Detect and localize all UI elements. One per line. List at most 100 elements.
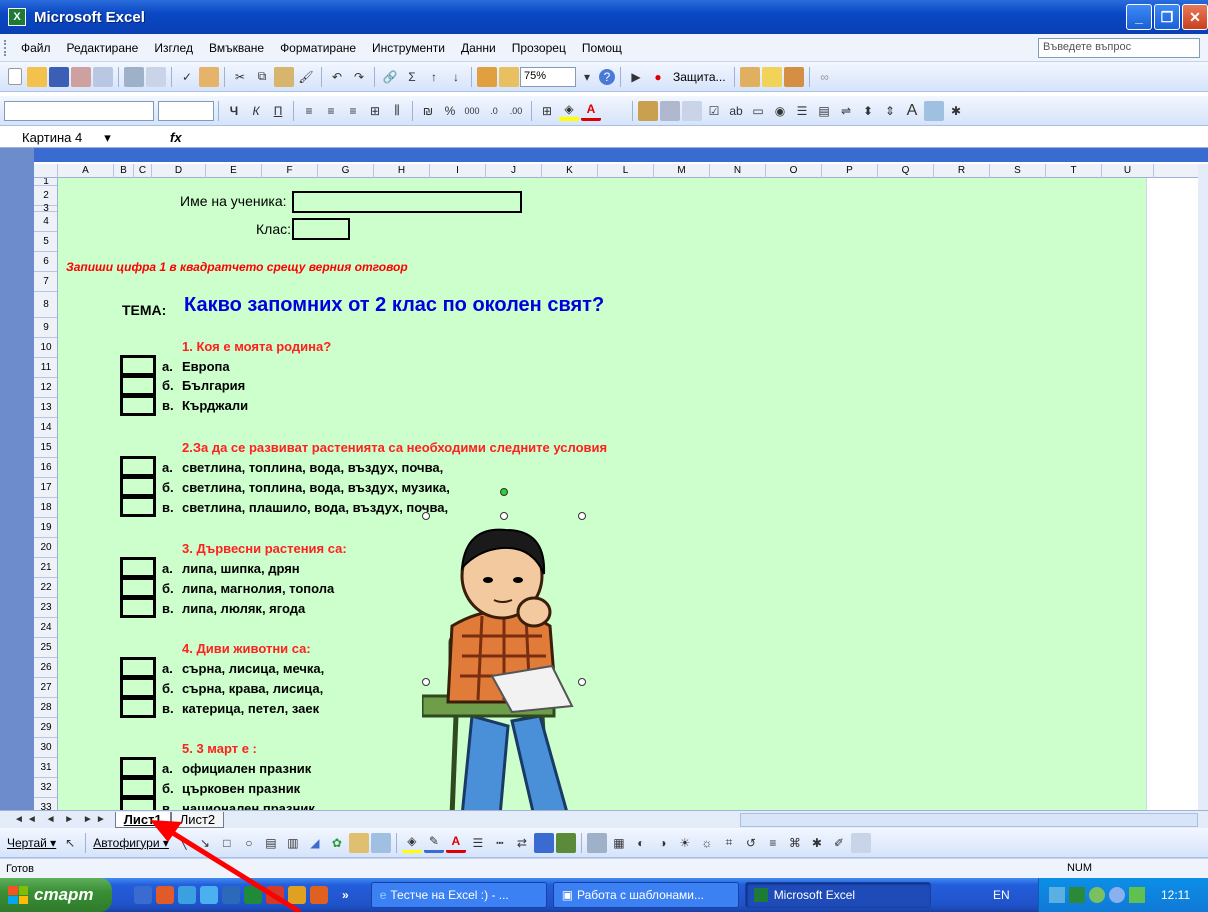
font-select[interactable]	[4, 100, 154, 121]
select-all-corner[interactable]	[34, 164, 58, 178]
taskbar-item-templates[interactable]: ▣ Работа с шаблонами...	[552, 882, 739, 908]
align-center-icon[interactable]: ≡	[321, 101, 341, 121]
underline-icon[interactable]: П	[268, 101, 288, 121]
save-icon[interactable]	[49, 66, 69, 87]
open-icon[interactable]	[27, 66, 47, 87]
quick-launch-app-icon[interactable]	[288, 886, 306, 904]
language-indicator[interactable]: EN	[993, 888, 1010, 902]
more-controls-icon[interactable]: ✱	[946, 101, 966, 121]
column-header[interactable]: M	[654, 164, 710, 178]
crop-icon[interactable]: ⌗	[719, 833, 739, 853]
italic-icon[interactable]: К	[246, 101, 266, 121]
research-icon[interactable]	[199, 66, 219, 87]
answer-box-q5a[interactable]	[120, 757, 156, 778]
selected-picture[interactable]	[420, 516, 586, 810]
answer-box-q2a[interactable]	[120, 456, 156, 477]
undo-icon[interactable]: ↶	[327, 67, 347, 87]
column-u-area[interactable]	[1146, 178, 1198, 810]
picture-insert-icon[interactable]	[586, 832, 607, 853]
link-icon[interactable]: ∞	[815, 67, 835, 87]
line-icon[interactable]: ╲	[173, 833, 193, 853]
command-button-icon[interactable]: ▭	[748, 101, 768, 121]
line-style-icon[interactable]: ☰	[468, 833, 488, 853]
column-header[interactable]: T	[1046, 164, 1102, 178]
line-color-icon[interactable]: ✎	[423, 833, 444, 853]
taskbar-item-excel[interactable]: Microsoft Excel	[744, 882, 931, 908]
increase-decimal-icon[interactable]: .0	[484, 101, 504, 121]
percent-icon[interactable]: %	[440, 101, 460, 121]
quick-launch-app-icon[interactable]	[178, 886, 196, 904]
menu-file[interactable]: Файл	[13, 41, 59, 55]
row-header[interactable]: 15	[34, 438, 57, 458]
menu-data[interactable]: Данни	[453, 41, 504, 55]
row-header[interactable]: 32	[34, 778, 57, 798]
merge-center-icon[interactable]: ⊞	[365, 101, 385, 121]
row-header[interactable]: 22	[34, 578, 57, 598]
answer-box-q4c[interactable]	[120, 697, 156, 718]
draw-menu-button[interactable]: Чертай ▾	[7, 836, 56, 850]
tab-sheet1[interactable]: Лист1	[114, 811, 171, 828]
row-header[interactable]: 20	[34, 538, 57, 558]
protect-button[interactable]: Защита...	[673, 70, 726, 84]
properties-icon[interactable]	[660, 100, 680, 121]
row-header[interactable]: 13	[34, 398, 57, 418]
align-left-icon[interactable]: ≡	[299, 101, 319, 121]
network-icon[interactable]	[1049, 887, 1065, 903]
column-header[interactable]: A	[58, 164, 114, 178]
format-picture-icon[interactable]: ✱	[807, 833, 827, 853]
answer-box-q4a[interactable]	[120, 657, 156, 678]
textbox-icon[interactable]: ▤	[261, 833, 281, 853]
tray-app-icon[interactable]	[1089, 887, 1105, 903]
scrollbar-control-icon[interactable]: ⇕	[880, 101, 900, 121]
resize-handle-top-right[interactable]	[578, 512, 586, 520]
line-style-picture-icon[interactable]: ≡	[763, 833, 783, 853]
class-box[interactable]	[292, 218, 350, 240]
zoom-dropdown-icon[interactable]: ▾	[577, 67, 597, 87]
row-header[interactable]: 7	[34, 272, 57, 292]
cut-icon[interactable]: ✂	[230, 67, 250, 87]
row-header[interactable]: 19	[34, 518, 57, 538]
sort-descending-icon[interactable]: ↓	[446, 67, 466, 87]
view-code-icon[interactable]	[682, 100, 702, 121]
more-brightness-icon[interactable]: ☀	[675, 833, 695, 853]
menu-grip[interactable]	[4, 39, 7, 56]
row-header[interactable]: 14	[34, 418, 57, 438]
resize-handle-right[interactable]	[578, 678, 586, 686]
tray-app-icon[interactable]	[1129, 887, 1145, 903]
insert-shape-icon[interactable]	[638, 100, 658, 121]
close-button[interactable]: ✕	[1182, 4, 1208, 30]
menu-format[interactable]: Форматиране	[272, 41, 364, 55]
print-icon[interactable]	[124, 66, 144, 87]
menu-help[interactable]: Помощ	[574, 41, 630, 55]
tab-navigation-buttons[interactable]: ◄◄ ◄ ► ►►	[14, 814, 109, 825]
row-header[interactable]: 23	[34, 598, 57, 618]
answer-box-q1c[interactable]	[120, 395, 156, 416]
answer-box-q1b[interactable]	[120, 375, 156, 396]
autoshapes-menu-button[interactable]: Автофигури ▾	[93, 836, 169, 850]
control-toolbox-icon[interactable]	[739, 66, 760, 87]
arrow-icon[interactable]: ↘	[195, 833, 215, 853]
row-header[interactable]: 11	[34, 358, 57, 378]
answer-box-q2b[interactable]	[120, 476, 156, 497]
dash-style-icon[interactable]: ┅	[490, 833, 510, 853]
combobox-control-icon[interactable]: ▤	[814, 101, 834, 121]
row-header[interactable]: 8	[34, 292, 57, 318]
resize-handle-left[interactable]	[422, 678, 430, 686]
fill-color-icon[interactable]: ◈	[559, 101, 579, 121]
3d-style-icon[interactable]	[555, 832, 576, 853]
quick-launch-app-icon[interactable]	[156, 886, 174, 904]
row-header[interactable]: 26	[34, 658, 57, 678]
row-header[interactable]: 29	[34, 718, 57, 738]
answer-box-q3a[interactable]	[120, 557, 156, 578]
quick-launch-app-icon[interactable]	[134, 886, 152, 904]
tray-app-icon[interactable]	[1109, 887, 1125, 903]
column-header[interactable]: H	[374, 164, 430, 178]
column-header[interactable]: P	[822, 164, 878, 178]
insert-picture-icon[interactable]	[370, 832, 391, 853]
drawing-icon[interactable]	[499, 66, 519, 87]
compress-pictures-icon[interactable]: ⌘	[785, 833, 805, 853]
fx-icon[interactable]: fx	[170, 130, 182, 145]
label-control-icon[interactable]: A	[902, 101, 922, 121]
row-header[interactable]: 4	[34, 212, 57, 232]
rectangle-icon[interactable]: □	[217, 833, 237, 853]
